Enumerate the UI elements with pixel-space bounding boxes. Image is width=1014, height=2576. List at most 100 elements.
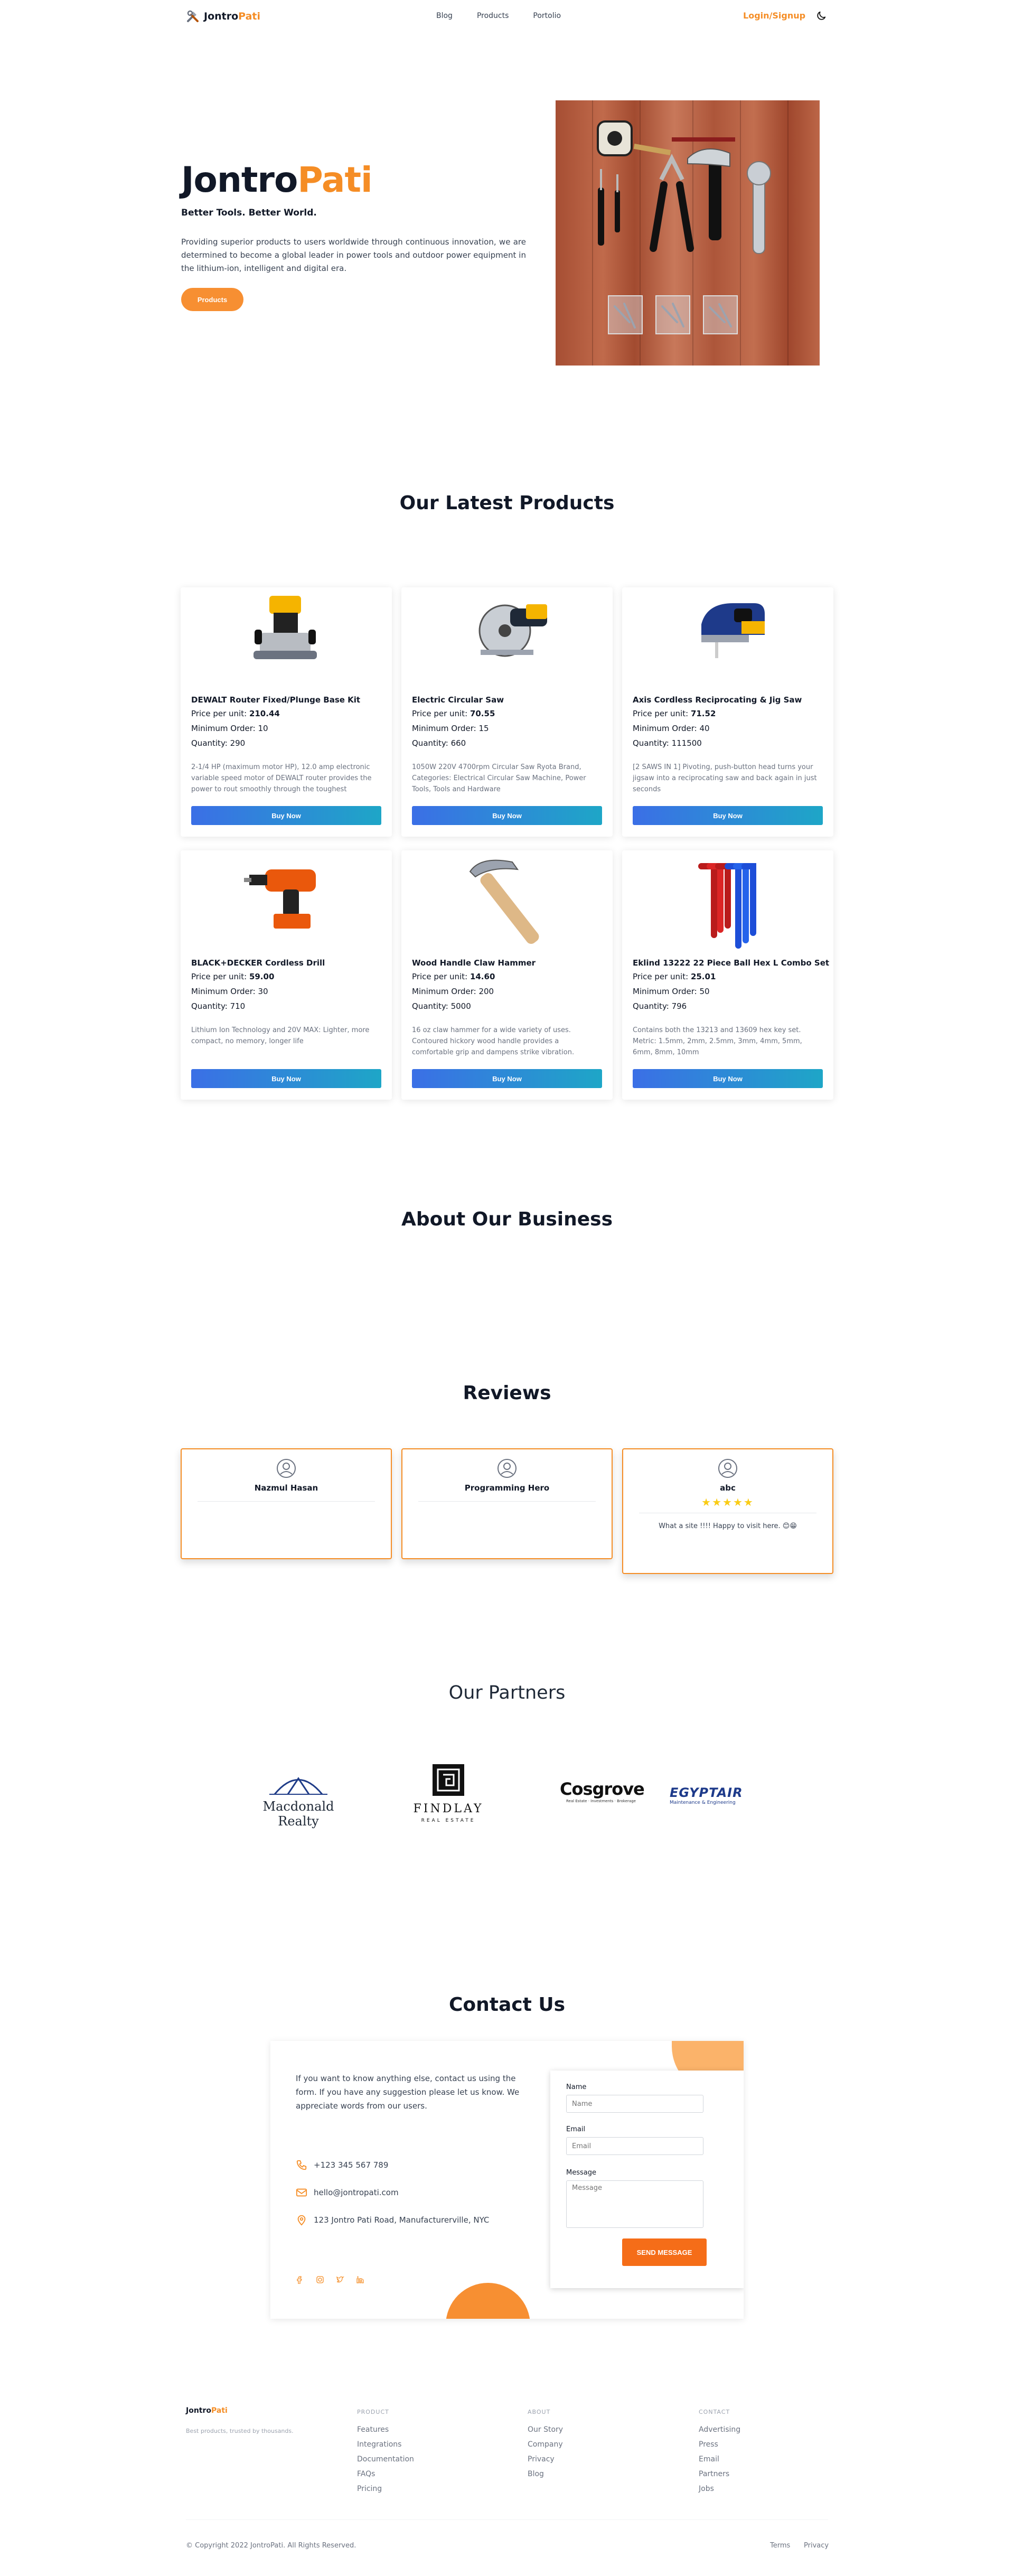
nav-link-blog[interactable]: Blog: [436, 12, 453, 20]
footer-terms-link[interactable]: Terms: [770, 2542, 790, 2550]
buy-now-button[interactable]: Buy Now: [633, 1069, 823, 1088]
quantity-value: 710: [230, 1001, 246, 1011]
buy-now-button[interactable]: Buy Now: [412, 806, 602, 825]
quantity-value: 5000: [450, 1001, 471, 1011]
min-order-label: Minimum Order:: [633, 724, 700, 733]
product-name: DEWALT Router Fixed/Plunge Base Kit: [191, 695, 361, 705]
copyright-text: © Copyright 2022 JontroPati. All Rights …: [186, 2542, 356, 2550]
product-quantity: Quantity: 5000: [412, 1001, 471, 1011]
product-quantity: Quantity: 290: [191, 738, 245, 748]
nav-link-products[interactable]: Products: [477, 12, 509, 20]
contact-section-title: Contact Us: [448, 1994, 566, 2016]
brand-part1: Jontro: [186, 2406, 212, 2415]
product-min-order: Minimum Order: 50: [633, 987, 710, 996]
product-quantity: Quantity: 796: [633, 1001, 687, 1011]
price-value: 71.52: [690, 709, 716, 718]
reviews-section-title: Reviews: [463, 1382, 551, 1404]
brand-logo[interactable]: JontroPati: [186, 10, 260, 23]
about-section-title: About Our Business: [401, 1209, 613, 1230]
email-input[interactable]: [566, 2137, 703, 2155]
min-order-value: 10: [258, 724, 268, 733]
footer-link[interactable]: FAQs: [357, 2470, 375, 2478]
product-name: Eklind 13222 22 Piece Ball Hex L Combo S…: [633, 958, 830, 968]
instagram-icon[interactable]: [316, 2275, 324, 2284]
product-card: Eklind 13222 22 Piece Ball Hex L Combo S…: [622, 850, 833, 1100]
product-name: Wood Handle Claw Hammer: [412, 958, 536, 968]
min-order-value: 40: [699, 724, 710, 733]
linkedin-icon[interactable]: [356, 2275, 364, 2284]
min-order-value: 200: [478, 987, 494, 996]
product-card: Electric Circular Saw Price per unit: 70.…: [401, 587, 613, 837]
footer-link[interactable]: Blog: [528, 2470, 544, 2478]
send-message-button[interactable]: SEND MESSAGE: [622, 2238, 707, 2266]
footer-link[interactable]: Partners: [699, 2470, 729, 2478]
street-address: 123 Jontro Pati Road, Manufacturerville,…: [314, 2215, 490, 2225]
product-image: [469, 859, 539, 944]
product-quantity: Quantity: 710: [191, 1001, 245, 1011]
footer-product-heading: PRODUCT: [357, 2409, 389, 2415]
partner-logo-line2: Realty: [278, 1814, 319, 1829]
footer-link[interactable]: Our Story: [528, 2425, 563, 2434]
buy-now-button[interactable]: Buy Now: [191, 806, 381, 825]
buy-now-button[interactable]: Buy Now: [412, 1069, 602, 1088]
footer-link[interactable]: Jobs: [699, 2485, 714, 2493]
email-address: hello@jontropati.com: [314, 2188, 399, 2197]
footer-link[interactable]: Pricing: [357, 2485, 382, 2493]
name-input[interactable]: [566, 2095, 703, 2113]
social-links: [296, 2275, 364, 2284]
footer-link[interactable]: Press: [699, 2440, 718, 2449]
quantity-value: 290: [230, 738, 246, 748]
products-button[interactable]: Products: [181, 288, 243, 311]
min-order-label: Minimum Order:: [191, 987, 258, 996]
contact-email: hello@jontropati.com: [296, 2187, 399, 2198]
product-name: Axis Cordless Reciprocating & Jig Saw: [633, 695, 802, 705]
brand-part2: Pati: [238, 11, 260, 22]
divider: [418, 1501, 596, 1502]
footer-brand[interactable]: JontroPati: [186, 2406, 228, 2415]
review-card: abc ★★★★★ What a site !!!! Happy to visi…: [622, 1448, 833, 1574]
footer-link[interactable]: Privacy: [528, 2455, 555, 2463]
top-navbar: JontroPati Blog Products Portolio Login/…: [0, 0, 1014, 34]
footer-link[interactable]: Documentation: [357, 2455, 414, 2463]
min-order-label: Minimum Order:: [633, 987, 700, 996]
product-description: Contains both the 13213 and 13609 hex ke…: [633, 1026, 802, 1056]
footer-link[interactable]: Email: [699, 2455, 719, 2463]
partner-logo-findlay: FINDLAY REAL ESTATE: [409, 1763, 488, 1832]
product-card: Wood Handle Claw Hammer Price per unit: 1…: [401, 850, 613, 1100]
review-text: What a site !!!! Happy to visit here. 😊😁: [659, 1522, 797, 1530]
nav-link-portfolio[interactable]: Portolio: [533, 12, 561, 20]
message-textarea[interactable]: [566, 2180, 703, 2228]
partner-logo-egyptair: EGYPTAIR Maintenance & Engineering: [670, 1785, 765, 1812]
login-signup-link[interactable]: Login/Signup: [743, 11, 805, 21]
price-value: 70.55: [470, 709, 495, 718]
moon-icon[interactable]: [815, 10, 827, 22]
footer-privacy-link[interactable]: Privacy: [804, 2542, 829, 2550]
tools-icon: [187, 10, 199, 22]
partner-logo-cosgrove: Cosgrove Real Estate · Investments · Bro…: [560, 1779, 655, 1811]
hero-title-part2: Pati: [297, 160, 372, 200]
user-avatar-icon: [718, 1459, 737, 1478]
footer-link[interactable]: Advertising: [699, 2425, 740, 2434]
price-value: 59.00: [249, 972, 275, 981]
contact-form: Name Email Message SEND MESSAGE: [550, 2056, 744, 2288]
footer-link[interactable]: Features: [357, 2425, 389, 2434]
reviewer-name: abc: [720, 1483, 736, 1493]
footer-divider: [186, 2519, 828, 2520]
footer-link[interactable]: Integrations: [357, 2440, 401, 2449]
product-name: BLACK+DECKER Cordless Drill: [191, 958, 325, 968]
hero-description: Providing superior products to users wor…: [181, 237, 526, 273]
product-description: Lithium Ion Technology and 20V MAX: Ligh…: [191, 1026, 370, 1045]
brand-part2: Pati: [211, 2406, 228, 2415]
buy-now-button[interactable]: Buy Now: [191, 1069, 381, 1088]
buy-now-button[interactable]: Buy Now: [633, 806, 823, 825]
facebook-icon[interactable]: [296, 2275, 304, 2284]
twitter-icon[interactable]: [336, 2275, 344, 2284]
min-order-label: Minimum Order:: [412, 987, 479, 996]
partner-logo-line1: FINDLAY: [413, 1802, 484, 1815]
product-min-order: Minimum Order: 200: [412, 987, 494, 996]
review-card: Programming Hero: [401, 1448, 613, 1559]
price-value: 210.44: [249, 709, 280, 718]
min-order-label: Minimum Order:: [412, 724, 479, 733]
review-card: Nazmul Hasan: [181, 1448, 392, 1559]
footer-link[interactable]: Company: [528, 2440, 563, 2449]
